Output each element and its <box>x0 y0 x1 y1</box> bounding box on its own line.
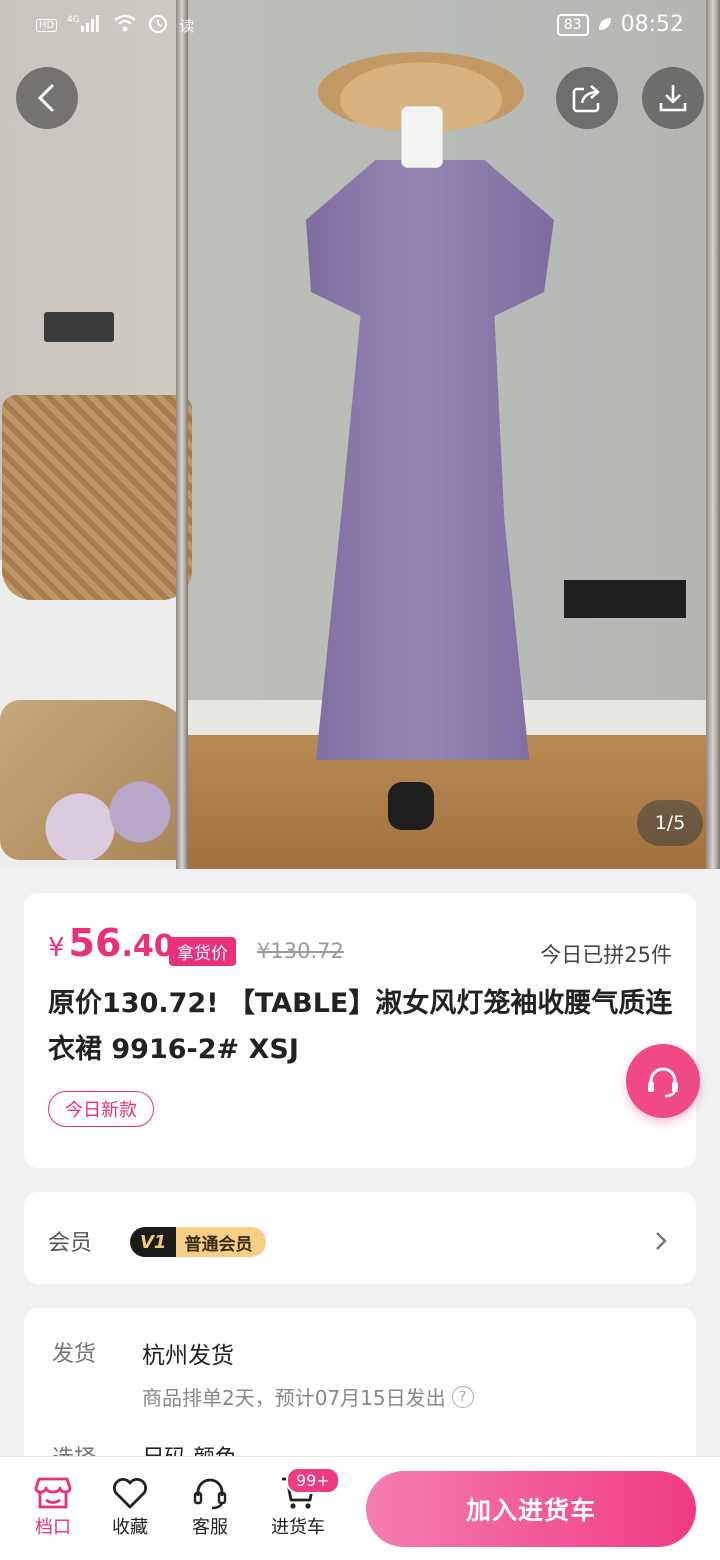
today-sold-count: 今日已拼25件 <box>540 943 672 967</box>
chevron-left-icon <box>37 84 54 112</box>
hd-icon: HD <box>36 18 58 32</box>
member-label: 会员 <box>48 1231 93 1256</box>
back-button[interactable] <box>16 67 78 129</box>
add-to-cart-button[interactable]: 加入进货车 <box>366 1471 696 1547</box>
new-arrival-badge: 今日新款 <box>48 1091 154 1127</box>
chevron-right-icon <box>656 1232 667 1250</box>
status-time: 08:52 <box>620 12 684 37</box>
member-level-badge: V1 普通会员 <box>130 1227 267 1257</box>
headset-icon <box>648 1067 678 1098</box>
4g-signal-icon: 4G <box>67 13 103 37</box>
tab-customer-service[interactable]: 客服 <box>175 1473 245 1539</box>
status-bar: HD 4G 读 83 08:52 <box>0 0 720 50</box>
photo-socket <box>44 312 114 342</box>
headset-icon <box>193 1478 227 1510</box>
bottom-bar: 档口 收藏 客服 进货车 99+ 加入进货车 <box>0 1456 720 1560</box>
svg-text:4G: 4G <box>67 15 80 25</box>
cart-count-badge: 99+ <box>286 1467 340 1494</box>
photo-mirror-frame <box>176 0 188 869</box>
tab-favorite[interactable]: 收藏 <box>95 1473 165 1539</box>
tab-favorite-label: 收藏 <box>112 1517 148 1538</box>
original-price: ¥130.72 <box>257 939 344 963</box>
member-level: V1 <box>130 1227 177 1257</box>
read-label: 读 <box>179 16 195 35</box>
member-row[interactable]: 会员 V1 普通会员 <box>24 1192 696 1284</box>
download-icon <box>659 85 687 112</box>
product-image[interactable] <box>0 0 720 869</box>
tab-shop[interactable]: 档口 <box>18 1473 88 1539</box>
price: ¥ 56 .40 <box>48 921 175 965</box>
shipping-note: 商品排单2天，预计07月15日发出 ? <box>142 1382 474 1411</box>
price-decimal: .40 <box>121 929 175 964</box>
shop-icon <box>34 1477 72 1509</box>
share-icon <box>572 85 600 113</box>
wifi-icon <box>113 13 137 37</box>
wholesale-price-tag: 拿货价 <box>169 937 236 966</box>
photo-phone <box>401 106 443 168</box>
heart-icon <box>113 1478 147 1509</box>
price-integer: 56 <box>68 921 122 965</box>
photo-mirror-frame-right <box>706 0 720 869</box>
photo-bouquet <box>0 700 200 860</box>
photo-vent <box>564 580 686 618</box>
product-title: 原价130.72! 【TABLE】淑女风灯笼袖收腰气质连衣裙 9916-2# X… <box>48 988 673 1065</box>
tab-cart-label: 进货车 <box>271 1517 325 1538</box>
battery-indicator: 83 <box>556 13 589 36</box>
floating-service-button[interactable] <box>626 1044 700 1118</box>
photo-dress <box>306 160 554 760</box>
alarm-icon <box>147 12 169 38</box>
photo-basket <box>2 395 192 600</box>
shipping-origin: 杭州发货 <box>142 1343 234 1369</box>
download-button[interactable] <box>642 67 704 129</box>
shipping-note-text: 商品排单2天，预计07月15日发出 <box>142 1386 446 1410</box>
leaf-icon <box>597 13 613 37</box>
shipping-label: 发货 <box>52 1342 97 1367</box>
tab-shop-label: 档口 <box>35 1517 71 1538</box>
tab-service-label: 客服 <box>192 1517 228 1538</box>
product-info-card: ¥ 56 .40 拿货价 ¥130.72 今日已拼25件 原价130.72! 【… <box>24 893 696 1168</box>
photo-shoes <box>388 782 434 830</box>
image-counter: 1/5 <box>637 800 703 846</box>
share-button[interactable] <box>556 67 618 129</box>
price-currency: ¥ <box>48 933 65 963</box>
help-icon[interactable]: ? <box>451 1385 474 1408</box>
member-level-name: 普通会员 <box>176 1227 267 1257</box>
